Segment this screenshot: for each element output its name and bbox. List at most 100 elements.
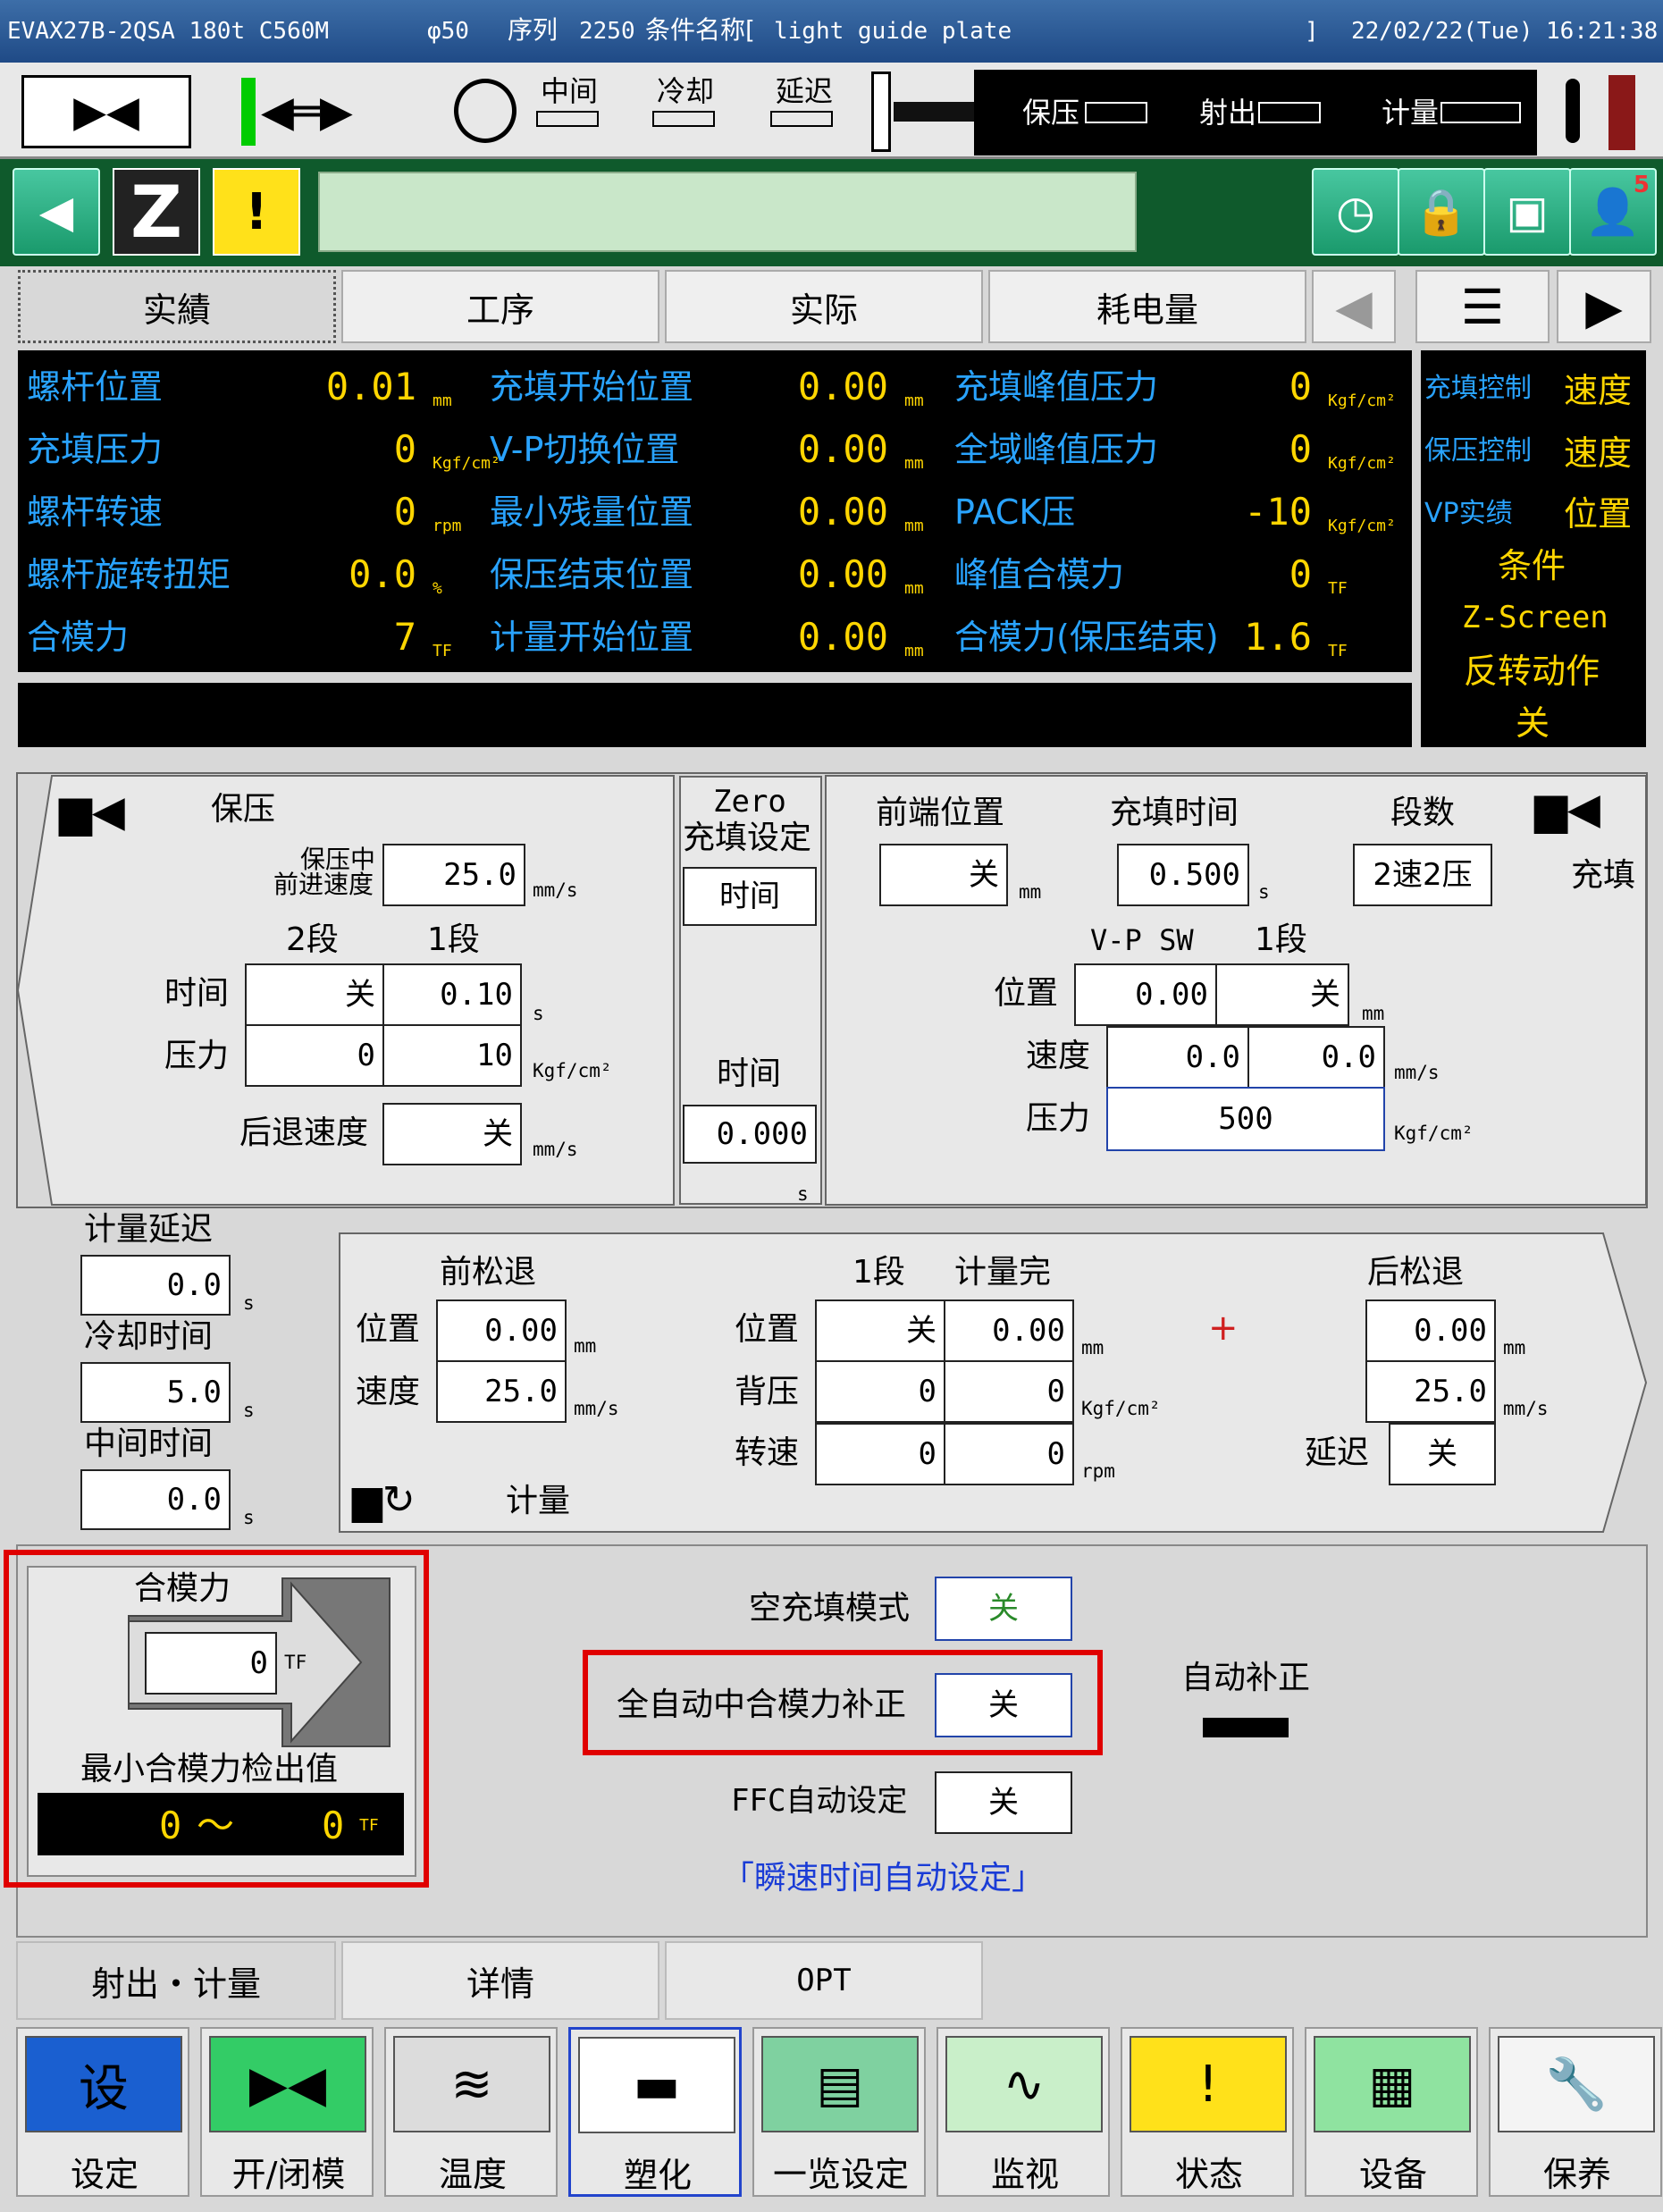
nav-3[interactable]: ≋ 温度	[384, 2027, 558, 2197]
screw-fill-icon: ▆◀	[1534, 784, 1600, 834]
clamp-value-input[interactable]: 0	[145, 1632, 277, 1695]
fill-pos-1-input[interactable]: 关	[1215, 963, 1349, 1026]
nav-label: 设备	[1358, 2155, 1427, 2194]
zscreen-button[interactable]: Z-Screen	[1462, 602, 1608, 633]
nav-4[interactable]: ▬ 塑化	[568, 2027, 742, 2197]
nozzle-marker	[871, 71, 891, 152]
fill-front-label: 前端位置	[876, 795, 1005, 831]
monitor-value-col2: 0.00	[797, 615, 888, 659]
monitor-value-col1: 0	[393, 427, 416, 471]
hold-adv-speed-input[interactable]: 25.0	[382, 844, 525, 906]
fill-press-input[interactable]: 500	[1106, 1087, 1385, 1151]
lock-icon[interactable]: 🔒	[1398, 168, 1485, 256]
hold-press1-input[interactable]: 10	[382, 1024, 522, 1087]
meter-rpm-1-input[interactable]: 0	[815, 1423, 945, 1485]
mid-time-input[interactable]: 0.0	[80, 1469, 231, 1530]
meter-pre-speed-input[interactable]: 25.0	[436, 1360, 567, 1423]
fill-pos-vp-input[interactable]: 0.00	[1074, 963, 1217, 1026]
delay-bar	[770, 111, 833, 127]
meter-pre-pos-input[interactable]: 0.00	[436, 1299, 567, 1362]
meter-delay2-input[interactable]: 关	[1389, 1423, 1496, 1485]
nav-icon-8: ▦	[1314, 2036, 1471, 2132]
clamp-unit: TF	[284, 1652, 307, 1673]
ffc-toggle[interactable]: 关	[935, 1771, 1072, 1834]
auto-comp-indicator	[1203, 1718, 1289, 1737]
tab-opt[interactable]: OPT	[665, 1941, 983, 2020]
menu-list-icon[interactable]: ☰	[1415, 270, 1550, 343]
hold-back-label: 后退速度	[239, 1114, 369, 1151]
tab-actual[interactable]: 实际	[665, 270, 983, 343]
meter-pos-done-input[interactable]: 0.00	[944, 1299, 1074, 1362]
next-page-button[interactable]: ▶	[1557, 270, 1651, 343]
nav-8[interactable]: ▦ 设备	[1305, 2027, 1478, 2197]
speed-time-auto-link[interactable]: 「瞬速时间自动设定」	[722, 1863, 1044, 1895]
fill-front-input[interactable]: 关	[879, 844, 1008, 906]
back-button[interactable]: ◀	[13, 168, 100, 256]
fill-speed-vp-input[interactable]: 0.0	[1106, 1026, 1249, 1089]
warning-icon[interactable]: !	[213, 168, 300, 256]
tab-details[interactable]: 详情	[341, 1941, 659, 2020]
fill-vpsw-label: V-P SW	[1090, 923, 1194, 957]
meter-post-pos-unit: mm	[1503, 1337, 1526, 1358]
monitor-label-col3: PACK压	[954, 492, 1076, 532]
nav-1[interactable]: 设设定	[16, 2027, 189, 2197]
clamp-min-unit: TF	[359, 1816, 379, 1835]
screw-meter-icon: ▆↻	[352, 1476, 416, 1523]
meter-post-speed-input[interactable]: 25.0	[1365, 1360, 1496, 1423]
zero-time-input[interactable]: 0.000	[683, 1105, 817, 1164]
tab-power[interactable]: 耗电量	[988, 270, 1306, 343]
toolbar: ◀ Z ! ◷ 🔒 ▣ 👤 5	[0, 159, 1663, 266]
hold-time2-input[interactable]: 关	[245, 963, 384, 1026]
cycle-panel	[18, 683, 1412, 747]
nav-5[interactable]: ▤ 一览设定	[752, 2027, 926, 2197]
tab-injection-metering[interactable]: 射出・计量	[16, 1941, 336, 2020]
tab-results[interactable]: 实績	[18, 270, 336, 343]
fill-time-input[interactable]: 0.500	[1117, 844, 1249, 906]
monitor-value-col2: 0.00	[797, 552, 888, 596]
zero-time-label: 时间	[717, 1056, 782, 1092]
monitor-unit-col2: mm	[904, 579, 924, 598]
fill-stage-select[interactable]: 2速2压	[1353, 844, 1492, 906]
meter-pos-1-input[interactable]: 关	[815, 1299, 945, 1362]
fill-speed-1-input[interactable]: 0.0	[1247, 1026, 1385, 1089]
monitor-value-col1: 0	[393, 490, 416, 534]
meter-post-pos-input[interactable]: 0.00	[1365, 1299, 1496, 1362]
mold-open-icon: ▶◀	[21, 75, 191, 148]
fill-speed-unit: mm/s	[1394, 1062, 1440, 1083]
nav-9[interactable]: 🔧 保养	[1489, 2027, 1662, 2197]
nav-2[interactable]: ▶◀ 开/闭模	[200, 2027, 374, 2197]
zero-mode-select[interactable]: 时间	[683, 867, 817, 926]
hold-time1-input[interactable]: 0.10	[382, 963, 522, 1026]
meter-plus-icon: +	[1208, 1308, 1239, 1349]
condition-button[interactable]: 条件	[1498, 549, 1566, 583]
nav-6[interactable]: ∿ 监视	[936, 2027, 1110, 2197]
camera-icon[interactable]: ▣	[1483, 168, 1571, 256]
tab-process[interactable]: 工序	[341, 270, 659, 343]
meter-back-1-input[interactable]: 0	[815, 1360, 945, 1423]
monitor-label-col2: 最小残量位置	[490, 492, 694, 532]
hold-back-speed-input[interactable]: 关	[382, 1103, 522, 1165]
status-bar: ▶◀ ◀═▶ 中间 冷却 延迟 保压 射出 计量	[0, 63, 1663, 159]
hold-adv-label2: 前进速度	[273, 870, 374, 899]
meter-pre-pos-unit: mm	[574, 1335, 597, 1357]
meter-pre-label: 前松退	[440, 1254, 537, 1291]
meter-delay-unit: s	[243, 1292, 255, 1314]
meter-rpm-done-input[interactable]: 0	[944, 1423, 1074, 1485]
user-icon[interactable]: 👤 5	[1569, 168, 1657, 256]
hold-press2-input[interactable]: 0	[245, 1024, 384, 1087]
prev-page-button[interactable]: ◀	[1312, 270, 1396, 343]
empty-fill-toggle[interactable]: 关	[935, 1577, 1072, 1641]
meter-delay-input[interactable]: 0.0	[80, 1255, 231, 1316]
nav-7[interactable]: ! 状态	[1121, 2027, 1294, 2197]
fill-time-unit: s	[1258, 881, 1270, 903]
meter-back-done-input[interactable]: 0	[944, 1360, 1074, 1423]
z-screen-button[interactable]: Z	[113, 168, 200, 256]
cool-time-input[interactable]: 5.0	[80, 1362, 231, 1423]
nav-icon-9: 🔧	[1498, 2036, 1655, 2132]
clamp-comp-toggle[interactable]: 关	[935, 1673, 1072, 1737]
meter-post-label: 后松退	[1367, 1254, 1465, 1291]
hold-title: 保压	[211, 791, 276, 828]
thermometer-icon	[1566, 79, 1580, 143]
stopwatch-icon[interactable]: ◷	[1312, 168, 1399, 256]
hold-adv-unit: mm/s	[533, 879, 578, 901]
